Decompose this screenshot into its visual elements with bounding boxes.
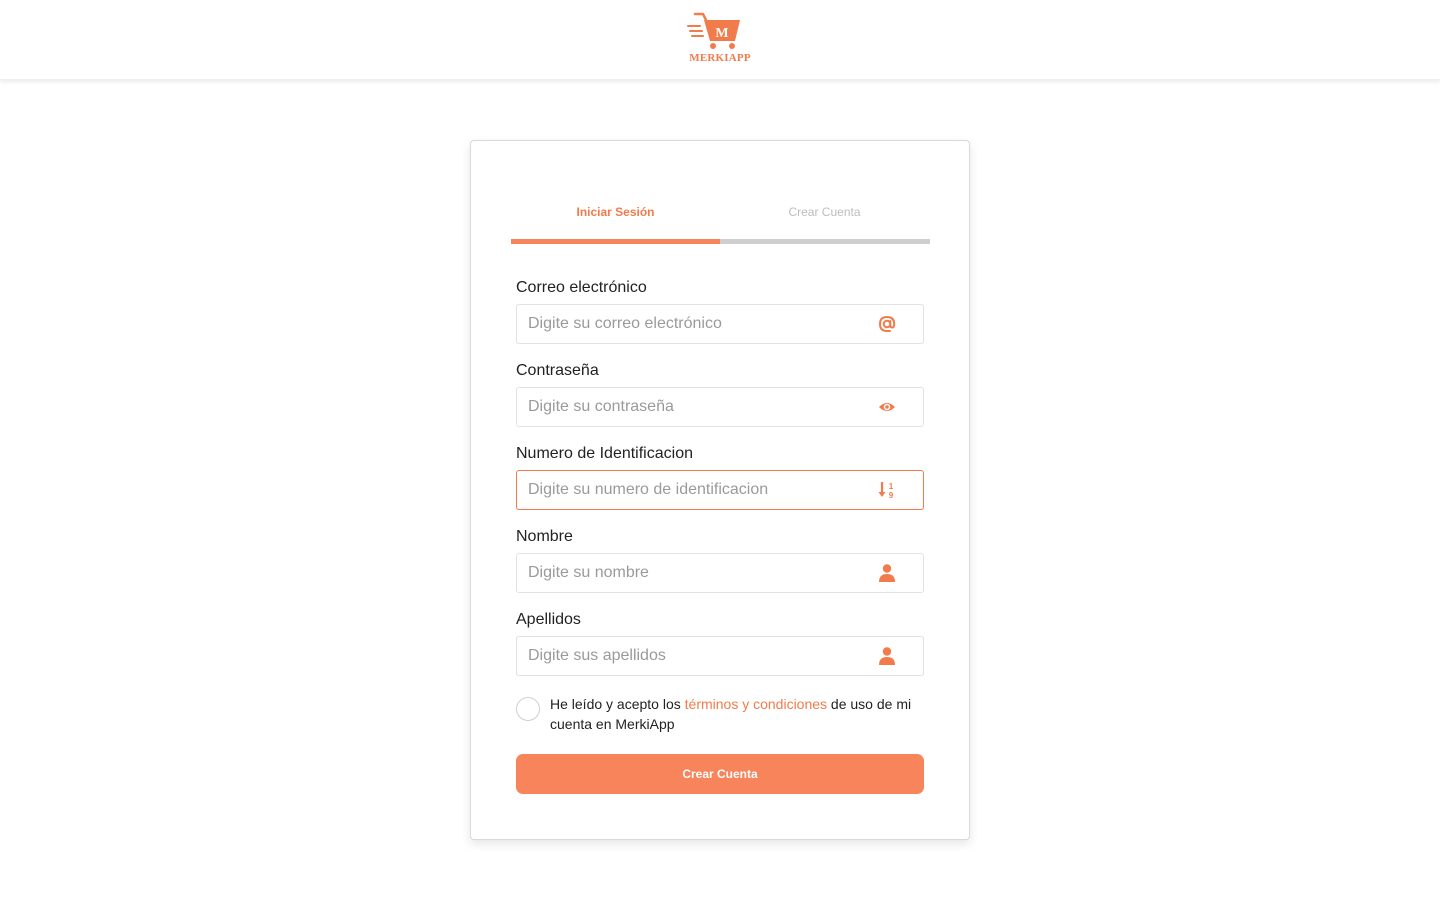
- name-label: Nombre: [516, 528, 573, 545]
- logo-text: MERKIAPP: [689, 52, 751, 64]
- top-bar: M MERKIAPP: [0, 0, 1440, 80]
- email-field-box: [516, 304, 924, 344]
- terms-prefix: He leído y acepto los: [550, 696, 685, 712]
- svg-text:1: 1: [889, 482, 894, 491]
- terms-row: He leído y acepto los términos y condici…: [516, 694, 926, 738]
- auth-tabs: Iniciar Sesión Crear Cuenta: [511, 201, 930, 245]
- lastname-field-group: Apellidos: [516, 610, 924, 676]
- password-field-box: [516, 387, 924, 427]
- password-label: Contraseña: [516, 362, 599, 379]
- at-icon: [877, 314, 897, 334]
- id-number-field-box: 19: [516, 470, 924, 510]
- lastname-field-box: [516, 636, 924, 676]
- cart-icon: M: [687, 12, 740, 49]
- svg-text:9: 9: [889, 491, 894, 500]
- password-input[interactable]: [517, 388, 867, 426]
- name-field-group: Nombre: [516, 527, 924, 593]
- user-icon: [877, 646, 897, 666]
- logo-letter: M: [715, 26, 728, 41]
- lastname-input[interactable]: [517, 637, 867, 675]
- id-number-input[interactable]: [517, 471, 867, 509]
- create-account-button[interactable]: Crear Cuenta: [516, 754, 924, 794]
- terms-text: He leído y acepto los términos y condici…: [550, 694, 926, 734]
- terms-checkbox[interactable]: [516, 697, 540, 721]
- id-number-field-group: Numero de Identificacion 19: [516, 444, 924, 510]
- password-field-group: Contraseña: [516, 361, 924, 427]
- lastname-label: Apellidos: [516, 611, 581, 628]
- merkiapp-logo[interactable]: M MERKIAPP: [686, 10, 754, 66]
- sort-numeric-icon: 19: [877, 480, 897, 500]
- user-icon: [877, 563, 897, 583]
- email-input[interactable]: [517, 305, 867, 343]
- name-field-box: [516, 553, 924, 593]
- auth-card: Iniciar Sesión Crear Cuenta Correo elect…: [470, 140, 970, 840]
- terms-link[interactable]: términos y condiciones: [685, 696, 827, 712]
- email-field-group: Correo electrónico: [516, 278, 924, 344]
- tab-indicator-active: [511, 239, 720, 244]
- tab-indicator-inactive: [720, 239, 930, 244]
- name-input[interactable]: [517, 554, 867, 592]
- email-label: Correo electrónico: [516, 279, 647, 296]
- id-number-label: Numero de Identificacion: [516, 445, 693, 462]
- eye-icon[interactable]: [877, 397, 897, 417]
